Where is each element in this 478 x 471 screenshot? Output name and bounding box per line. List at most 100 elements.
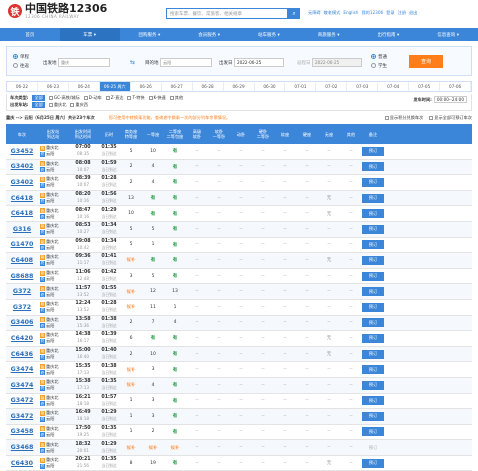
return-date-input[interactable]: 2022-06-25 bbox=[311, 58, 362, 67]
top-link[interactable]: 注册 bbox=[398, 10, 406, 16]
second-class-seat[interactable]: 有 bbox=[164, 269, 186, 284]
train-number[interactable]: C6418 bbox=[11, 210, 33, 217]
first-class-seat[interactable]: 10 bbox=[142, 347, 164, 362]
second-class-seat[interactable]: 1 bbox=[164, 300, 186, 315]
trip-type-oneway[interactable]: 单程 bbox=[13, 53, 29, 62]
book-button[interactable]: 预订 bbox=[362, 287, 384, 297]
train-number[interactable]: G3474 bbox=[11, 382, 34, 389]
first-class-seat[interactable]: 10 bbox=[142, 144, 164, 159]
date-tab[interactable]: 07-02 bbox=[316, 82, 348, 91]
train-number[interactable]: C6408 bbox=[11, 257, 33, 264]
first-class-seat[interactable]: 4 bbox=[142, 378, 164, 393]
train-number[interactable]: G1470 bbox=[11, 241, 34, 248]
business-seat[interactable]: 候补 bbox=[120, 284, 142, 299]
nav-item[interactable]: 团购服务 ▾ bbox=[120, 28, 180, 41]
time-select[interactable]: 00:00--24:00 bbox=[433, 96, 467, 103]
train-number[interactable]: G3406 bbox=[11, 319, 34, 326]
second-class-seat[interactable]: 有 bbox=[164, 175, 186, 190]
train-number[interactable]: C6420 bbox=[11, 335, 33, 342]
business-seat[interactable]: 候补 bbox=[120, 378, 142, 393]
swap-icon[interactable]: ⇆ bbox=[130, 59, 135, 66]
date-tab[interactable]: 06-22 bbox=[7, 82, 38, 91]
top-link[interactable]: 登录 bbox=[386, 10, 394, 16]
second-class-seat[interactable]: 有 bbox=[164, 362, 186, 377]
book-button[interactable]: 预订 bbox=[362, 443, 384, 452]
passenger-type-normal[interactable]: 普通 bbox=[371, 53, 387, 62]
book-button[interactable]: 预订 bbox=[362, 458, 384, 468]
first-class-seat[interactable]: 7 bbox=[142, 316, 164, 331]
train-number[interactable]: G3468 bbox=[11, 444, 34, 451]
second-class-seat[interactable]: 候补 bbox=[164, 440, 186, 455]
type-filter-option[interactable]: D-动车 bbox=[83, 95, 102, 101]
book-button[interactable]: 预订 bbox=[362, 302, 384, 312]
second-class-seat[interactable]: 有 bbox=[164, 425, 186, 440]
from-input[interactable]: 重庆 bbox=[57, 58, 110, 67]
nav-item[interactable]: 商旅服务 ▾ bbox=[299, 28, 359, 41]
first-class-seat[interactable]: 5 bbox=[142, 222, 164, 237]
first-class-seat[interactable]: 19 bbox=[142, 456, 164, 471]
date-tab[interactable]: 06-23 bbox=[38, 82, 69, 91]
transfer-note[interactable]: 您可使用中转换乘功能，查询途中换乘一次的部分列车余票情况。 bbox=[109, 115, 230, 121]
station-filter-option[interactable]: 重庆北 bbox=[48, 102, 66, 108]
business-seat[interactable]: 候补 bbox=[120, 300, 142, 315]
date-tab[interactable]: 06-25 周六 bbox=[99, 82, 131, 91]
train-number[interactable]: G3402 bbox=[11, 179, 34, 186]
business-seat[interactable]: 6 bbox=[120, 331, 142, 346]
top-link[interactable]: English bbox=[343, 10, 358, 16]
business-seat[interactable]: 5 bbox=[120, 222, 142, 237]
train-number[interactable]: G3474 bbox=[11, 366, 34, 373]
business-seat[interactable]: 2 bbox=[120, 347, 142, 362]
first-class-seat[interactable]: 3 bbox=[142, 394, 164, 409]
train-number[interactable]: G316 bbox=[13, 226, 31, 233]
station-filter-option[interactable]: 重庆西 bbox=[70, 102, 88, 108]
train-number[interactable]: G3472 bbox=[11, 397, 34, 404]
first-class-seat[interactable]: 1 bbox=[142, 238, 164, 253]
second-class-seat[interactable]: 有 bbox=[164, 222, 186, 237]
book-button[interactable]: 预订 bbox=[362, 224, 384, 234]
first-class-seat[interactable]: 3 bbox=[142, 409, 164, 424]
search-input[interactable]: 搜索车票、餐饮、常旅客、相关规章 bbox=[166, 8, 288, 19]
book-button[interactable]: 预订 bbox=[362, 380, 384, 390]
book-button[interactable]: 预订 bbox=[362, 146, 384, 156]
first-class-seat[interactable]: 有 bbox=[142, 253, 164, 268]
station-filter-all[interactable]: 全部 bbox=[32, 102, 45, 108]
date-tab[interactable]: 07-01 bbox=[285, 82, 317, 91]
query-button[interactable]: 查询 bbox=[409, 55, 443, 68]
passenger-type-student[interactable]: 学生 bbox=[371, 62, 387, 71]
first-class-seat[interactable]: 2 bbox=[142, 425, 164, 440]
logo[interactable]: 铁 中国铁路12306 12306 CHINA RAILWAY bbox=[8, 3, 107, 19]
second-class-seat[interactable]: 有 bbox=[164, 347, 186, 362]
book-button[interactable]: 预订 bbox=[362, 255, 384, 265]
second-class-seat[interactable]: 13 bbox=[164, 284, 186, 299]
book-button[interactable]: 预订 bbox=[362, 209, 384, 219]
option-points[interactable]: 显示积分兑换车次 bbox=[384, 115, 423, 121]
business-seat[interactable]: 候补 bbox=[120, 253, 142, 268]
type-filter-option[interactable]: T-特快 bbox=[127, 95, 145, 101]
type-filter-option[interactable]: GC-高铁/城际 bbox=[48, 95, 80, 101]
date-tab[interactable]: 06-24 bbox=[69, 82, 100, 91]
book-button[interactable]: 预订 bbox=[362, 162, 384, 172]
second-class-seat[interactable]: 有 bbox=[164, 238, 186, 253]
type-filter-option[interactable]: K-快速 bbox=[148, 95, 166, 101]
nav-item[interactable]: 站车服务 ▾ bbox=[239, 28, 299, 41]
book-button[interactable]: 预订 bbox=[362, 427, 384, 437]
business-seat[interactable]: 1 bbox=[120, 425, 142, 440]
book-button[interactable]: 预订 bbox=[362, 365, 384, 375]
second-class-seat[interactable]: 有 bbox=[164, 160, 186, 175]
to-input[interactable]: 云阳 bbox=[159, 58, 212, 67]
search-icon[interactable]: ⌕ bbox=[288, 8, 300, 19]
second-class-seat[interactable]: 有 bbox=[164, 253, 186, 268]
train-number[interactable]: C6430 bbox=[11, 460, 33, 467]
book-button[interactable]: 预订 bbox=[362, 193, 384, 203]
book-button[interactable]: 预订 bbox=[362, 411, 384, 421]
train-number[interactable]: G372 bbox=[13, 304, 31, 311]
book-button[interactable]: 预订 bbox=[362, 349, 384, 359]
first-class-seat[interactable]: 3 bbox=[142, 362, 164, 377]
book-button[interactable]: 预订 bbox=[362, 333, 384, 343]
nav-item[interactable]: 出行指南 ▾ bbox=[359, 28, 419, 41]
date-tab[interactable]: 07-05 bbox=[409, 82, 441, 91]
train-number[interactable]: G8688 bbox=[11, 273, 34, 280]
top-link[interactable]: 无障碍 bbox=[308, 10, 321, 16]
second-class-seat[interactable]: 有 bbox=[164, 394, 186, 409]
business-seat[interactable]: 1 bbox=[120, 409, 142, 424]
